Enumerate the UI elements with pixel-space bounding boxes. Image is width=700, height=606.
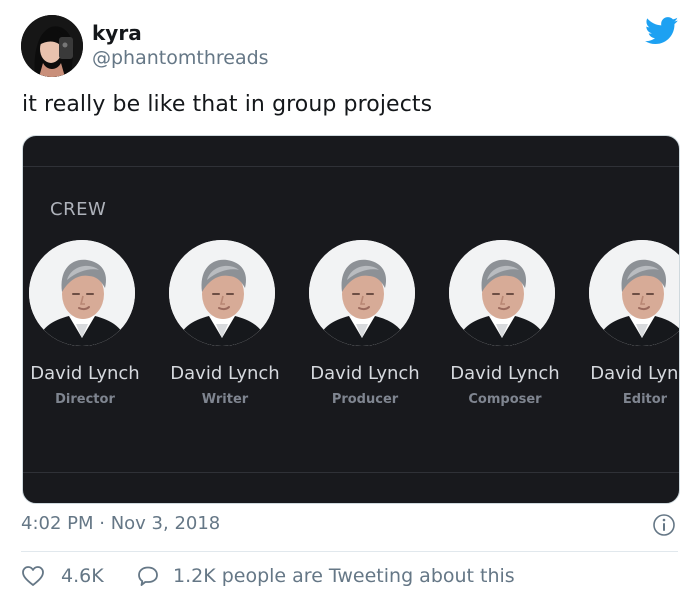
tweet-timestamp[interactable]: 4:02 PM · Nov 3, 2018 [21,513,220,534]
crew-member-card: David Lynch Editor [575,240,679,420]
crew-member-name: David Lynch [170,363,280,384]
crew-member-card: David Lynch Writer [155,240,295,420]
avatar[interactable] [21,15,83,77]
speech-bubble-icon[interactable] [136,565,160,587]
crew-member-role: Editor [622,392,668,407]
media-top-divider [23,166,679,167]
crew-portrait [309,240,415,346]
crew-portrait [169,240,275,346]
crew-member-role: Composer [468,392,542,407]
crew-member-name: David Lynch [310,363,420,384]
user-handle[interactable]: @phantomthreads [92,47,269,69]
tweet-media-image[interactable]: CREW David Lynch Director David Lynch Wr… [22,135,680,504]
crew-member-role: Director [55,392,115,407]
conversation-link[interactable]: 1.2K people are Tweeting about this [173,565,515,587]
crew-portrait [589,240,679,346]
crew-member-name: David Lynch [450,363,560,384]
crew-list: David Lynch Director David Lynch Writer … [23,240,679,420]
crew-member-role: Producer [331,392,399,407]
heart-icon[interactable] [21,565,45,587]
tweet-text: it really be like that in group projects [22,92,433,117]
display-name[interactable]: kyra [92,21,142,45]
crew-member-role: Writer [201,392,249,407]
twitter-bird-icon[interactable] [645,17,679,45]
crew-portrait [449,240,555,346]
crew-member-name: David Lynch [590,363,679,384]
info-icon[interactable] [652,513,676,537]
media-bottom-divider [23,472,679,473]
crew-member-name: David Lynch [30,363,140,384]
like-count[interactable]: 4.6K [61,565,104,587]
actions-divider [21,551,678,552]
crew-member-card: David Lynch Director [23,240,155,420]
crew-member-card: David Lynch Producer [295,240,435,420]
crew-portrait [29,240,135,346]
tweet-card: kyra @phantomthreads it really be like t… [0,0,700,606]
crew-section-label: CREW [50,199,107,220]
crew-member-card: David Lynch Composer [435,240,575,420]
